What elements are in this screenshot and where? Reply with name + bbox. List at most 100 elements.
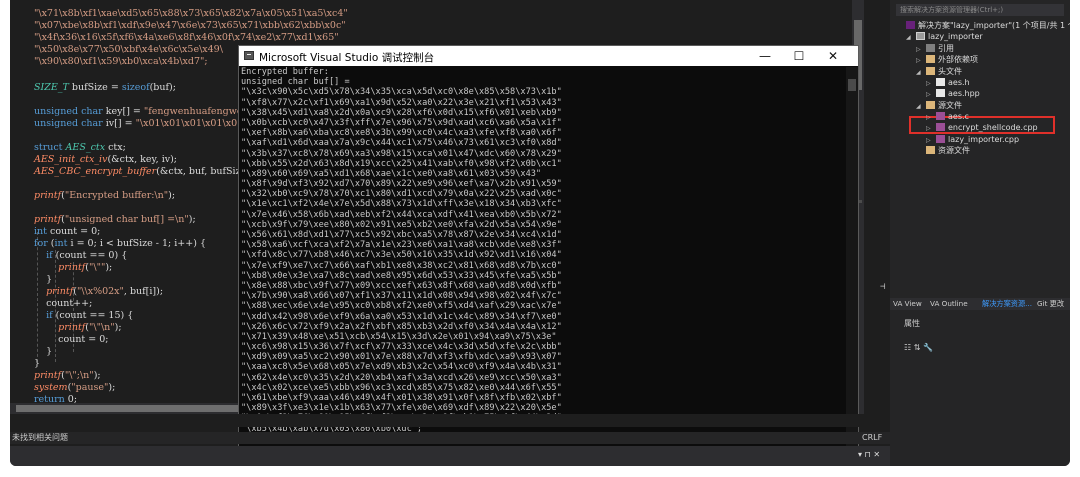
code-token: count++;	[34, 298, 93, 309]
code-token: (buf);	[149, 82, 176, 93]
code-line[interactable]: AES_init_ctx_iv(&ctx, key, iv);	[34, 154, 177, 166]
code-line[interactable]: "\x07\xbe\x8b\xf1\xdf\x9e\x47\x6e\x73\x6…	[34, 20, 346, 32]
code-line[interactable]: count = 0;	[34, 334, 108, 346]
expand-arrow-icon[interactable]: ▷	[926, 123, 936, 134]
tree-item-label: 资源文件	[938, 146, 970, 155]
tree-item-hdr[interactable]: ◢ 头文件	[916, 66, 962, 77]
code-line[interactable]: printf("Encrypted buffer:\n");	[34, 190, 175, 202]
properties-toolbar[interactable]: ☷ ⇅ 🔧	[904, 343, 933, 352]
code-token: AES_init_ctx_iv	[34, 154, 108, 165]
console-line: "\x32\xb0\xc9\x78\x70\xc1\x80\xd1\xcd\x7…	[241, 189, 562, 200]
tab-vaview[interactable]: VA View	[893, 298, 922, 310]
tree-item-aesc[interactable]: ▷ aes.c	[926, 111, 969, 122]
expand-arrow-icon[interactable]: ◢	[916, 67, 926, 78]
code-line[interactable]: count++;	[34, 298, 92, 310]
tree-item-label: aes.c	[948, 112, 969, 121]
code-line[interactable]: int count = 0;	[34, 226, 100, 238]
folder-icon	[926, 101, 935, 109]
console-line: "\x62\x4e\xc0\x35\x2d\x20\xb4\xaf\x3a\xc…	[241, 372, 562, 383]
code-line[interactable]: "\x71\x8b\xf1\xae\xd5\x65\x88\x73\x65\x8…	[34, 8, 348, 20]
console-line: "\xcb\x9f\x79\xee\x80\x02\x91\xe5\xb2\xe…	[241, 219, 562, 230]
code-token: "\\x%02x"	[76, 286, 124, 297]
cpp-file-icon	[936, 135, 945, 143]
expand-arrow-icon[interactable]: ▷	[926, 89, 936, 100]
visual-studio-window: "\x71\x8b\xf1\xae\xd5\x65\x88\x73\x65\x8…	[10, 0, 1070, 466]
code-line[interactable]: struct AES_ctx ctx;	[34, 142, 126, 154]
code-token: system	[34, 382, 68, 393]
expand-arrow-icon[interactable]: ▷	[916, 55, 926, 66]
tree-item-ref[interactable]: ▷ 引用	[916, 43, 954, 54]
console-line: "\x89\x60\x69\xa5\xd1\x68\xae\x1c\xe0\xa…	[241, 168, 542, 179]
console-line: "\xbb\x55\x2d\x63\x8d\x19\xcc\x25\x41\xa…	[241, 158, 562, 169]
tree-item-res[interactable]: 资源文件	[916, 145, 970, 156]
code-token: );	[105, 262, 113, 273]
code-token: struct	[34, 142, 63, 153]
code-token: );	[93, 370, 101, 381]
scrollbar-thumb[interactable]	[848, 79, 856, 91]
tree-item-label: lazy_importer.cpp	[948, 135, 1020, 144]
solution-search-input[interactable]: 搜索解决方案资源管理器(Ctrl+;)	[896, 4, 1064, 16]
code-line[interactable]: SIZE_T bufSize = sizeof(buf);	[34, 82, 176, 94]
tree-item-ext[interactable]: ▷ 外部依赖项	[916, 54, 978, 65]
folder-icon	[926, 67, 935, 75]
code-token: "\"\n"	[89, 322, 115, 333]
tree-item-lazy[interactable]: ▷ lazy_importer.cpp	[926, 134, 1019, 145]
code-line[interactable]: printf("\"\n");	[34, 322, 121, 334]
tree-item-sol[interactable]: 解决方案"lazy_importer"(1 个项目/共 1 个)	[896, 20, 1070, 31]
code-token: AES_CBC_encrypt_buffer	[34, 166, 157, 177]
code-line[interactable]: "\x4f\x36\x16\x5f\xf6\x4a\xe6\x8f\x46\x0…	[34, 32, 339, 44]
code-line[interactable]: unsigned char iv[] = "\x01\x01\x01\x01\x…	[34, 118, 246, 130]
code-token: );	[188, 214, 196, 225]
tree-item-src[interactable]: ◢ 源文件	[916, 100, 962, 111]
debug-console-window[interactable]: Microsoft Visual Studio 调试控制台 — ☐ ✕ Encr…	[238, 45, 859, 448]
tree-item-label: 解决方案"lazy_importer"(1 个项目/共 1 个)	[918, 21, 1070, 30]
console-titlebar[interactable]: Microsoft Visual Studio 调试控制台 — ☐ ✕	[239, 46, 858, 66]
tree-item-aesh[interactable]: ▷ aes.h	[926, 77, 970, 88]
line-ending-indicator[interactable]: CRLF	[862, 432, 882, 444]
code-line[interactable]: }	[34, 346, 52, 358]
tab-vaoutline[interactable]: VA Outline	[930, 298, 968, 310]
console-line: "\x7e\x46\x58\x6b\xad\xeb\xf2\x44\xca\xd…	[241, 209, 562, 220]
code-line[interactable]: unsigned char key[] = "fengwenhuafengwen…	[34, 106, 261, 118]
panel-window-controls[interactable]: ▾ ⊓ ✕	[858, 450, 880, 459]
code-line[interactable]: "\x90\x80\xf1\x59\xb0\xca\x4b\xd7";	[34, 56, 208, 68]
code-line[interactable]: "\x50\x8e\x77\x50\xbf\x4e\x6c\x5e\x49\	[34, 44, 223, 56]
tree-item-aeshpp[interactable]: ▷ aes.hpp	[926, 88, 980, 99]
console-line: "\xef\x8b\xa6\xba\xc8\xe8\x3b\x99\xc0\x4…	[241, 128, 562, 139]
code-line[interactable]: printf("\";\n");	[34, 370, 101, 382]
code-line[interactable]: }	[34, 358, 40, 370]
code-line[interactable]: printf("\"");	[34, 262, 112, 274]
console-line: Encrypted buffer:	[241, 67, 329, 77]
expand-arrow-icon[interactable]: ◢	[916, 101, 926, 112]
code-token: printf	[58, 322, 86, 333]
tab-git[interactable]: Git 更改	[1037, 298, 1064, 310]
code-token: "\""	[89, 262, 106, 273]
code-token: i = 0; i < bufSize - 1; i++) {	[67, 238, 206, 249]
code-token: printf	[34, 190, 62, 201]
expand-arrow-icon[interactable]: ◢	[906, 32, 916, 43]
tree-item-enc[interactable]: ▷ encrypt_shellcode.cpp	[926, 122, 1038, 133]
close-button[interactable]: ✕	[816, 46, 850, 66]
panel-splitter[interactable]	[10, 414, 890, 427]
code-line[interactable]: AES_CBC_encrypt_buffer(&ctx, buf, bufSiz…	[34, 166, 250, 178]
code-line[interactable]: if (count == 15) {	[34, 310, 133, 322]
minimize-button[interactable]: —	[748, 46, 782, 66]
tab-solexp[interactable]: 解决方案资源...	[982, 298, 1032, 310]
console-scrollbar[interactable]	[846, 67, 858, 447]
error-status-bar: 未找到相关问题 CRLF	[10, 432, 890, 444]
code-line[interactable]: for (int i = 0; i < bufSize - 1; i++) {	[34, 238, 206, 250]
scrollbar-thumb[interactable]	[16, 405, 246, 412]
pin-icon[interactable]: ⊣	[880, 282, 885, 292]
code-line[interactable]: printf("unsigned char buf[] =\n");	[34, 214, 196, 226]
code-token: , buf[i]);	[123, 286, 164, 297]
maximize-button[interactable]: ☐	[782, 46, 816, 66]
code-line[interactable]: }	[34, 274, 52, 286]
code-token: key[] =	[102, 106, 144, 117]
cpp-file-icon	[936, 112, 945, 120]
code-line[interactable]: printf("\\x%02x", buf[i]);	[34, 286, 163, 298]
code-line[interactable]: system("pause");	[34, 382, 115, 394]
tree-item-proj[interactable]: ◢ lazy_importer	[906, 31, 983, 42]
code-line[interactable]: if (count == 0) {	[34, 250, 127, 262]
